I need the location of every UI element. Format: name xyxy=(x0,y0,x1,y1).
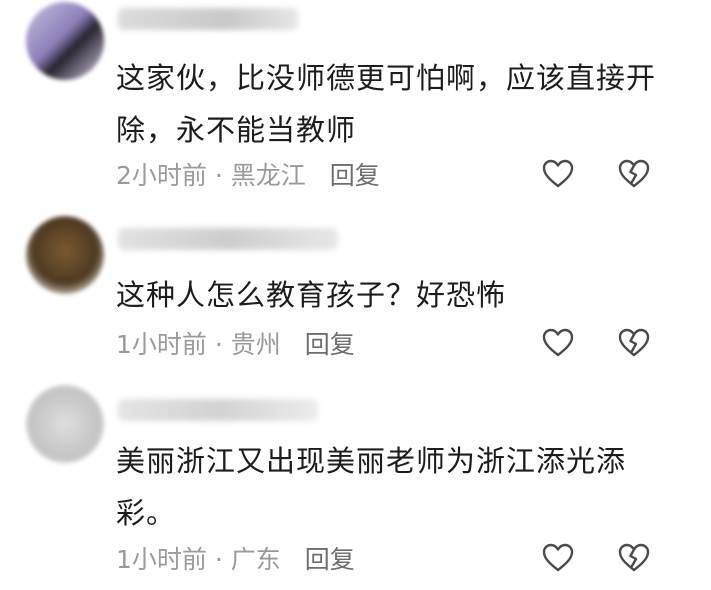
heart-icon[interactable] xyxy=(541,326,575,360)
comment-text: 这家伙，比没师德更可怕啊，应该直接开除，永不能当教师 xyxy=(116,61,657,147)
avatar[interactable] xyxy=(26,2,104,80)
comment-meta: 2小时前 · 黑龙江 回复 xyxy=(116,156,380,192)
username-blurred[interactable] xyxy=(118,228,338,250)
meta-separator: · xyxy=(206,545,231,574)
comment-item: 这种人怎么教育孩子？好恐怖 1小时前 · 贵州 回复 xyxy=(0,200,711,375)
avatar[interactable] xyxy=(26,216,104,294)
comment-location: 黑龙江 xyxy=(230,161,306,190)
broken-heart-icon[interactable] xyxy=(617,326,651,360)
comment-meta: 1小时前 · 贵州 回复 xyxy=(116,325,355,361)
comment-meta: 1小时前 · 广东 回复 xyxy=(116,540,355,576)
comment-item: 这家伙，比没师德更可怕啊，应该直接开除，永不能当教师 2小时前 · 黑龙江 回复 xyxy=(0,0,711,200)
comment-location: 广东 xyxy=(230,545,281,574)
heart-icon[interactable] xyxy=(541,541,575,575)
reply-button[interactable]: 回复 xyxy=(305,545,355,574)
broken-heart-icon[interactable] xyxy=(617,157,651,191)
comment-time: 1小时前 xyxy=(116,545,207,574)
comment-location: 贵州 xyxy=(230,330,281,359)
reply-button[interactable]: 回复 xyxy=(330,161,380,190)
meta-separator: · xyxy=(206,330,231,359)
broken-heart-icon[interactable] xyxy=(617,541,651,575)
comment-time: 2小时前 xyxy=(116,161,207,190)
comment-time: 1小时前 xyxy=(116,330,207,359)
avatar[interactable] xyxy=(26,385,104,463)
meta-separator: · xyxy=(206,161,231,190)
username-blurred[interactable] xyxy=(118,399,318,421)
heart-icon[interactable] xyxy=(541,157,575,191)
comment-text: 美丽浙江又出现美丽老师为浙江添光添彩。 xyxy=(116,444,627,530)
username-blurred[interactable] xyxy=(118,8,298,30)
reply-button[interactable]: 回复 xyxy=(305,330,355,359)
comment-item: 美丽浙江又出现美丽老师为浙江添光添彩。 1小时前 · 广东 回复 xyxy=(0,375,711,590)
comment-text: 这种人怎么教育孩子？好恐怖 xyxy=(116,278,507,312)
